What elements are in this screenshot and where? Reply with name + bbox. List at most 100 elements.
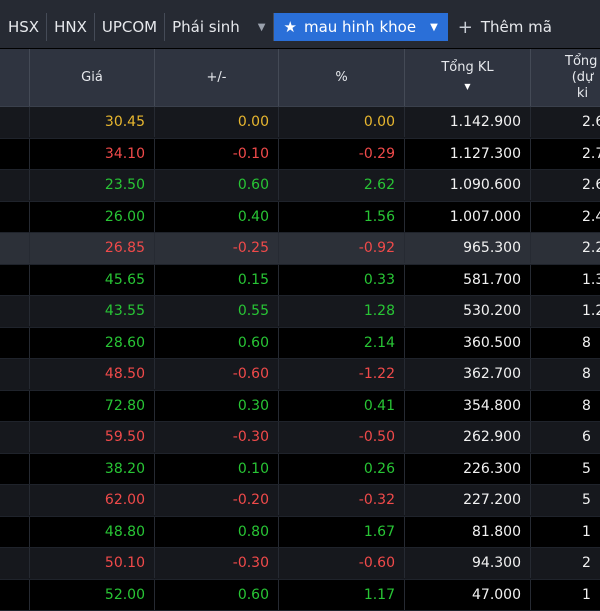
percent-cell-value: 2.62	[364, 177, 395, 193]
estimated-volume-cell-value: 2.6	[582, 177, 600, 193]
percent-cell: 1.28	[278, 296, 404, 326]
change-cell-value: 0.60	[238, 587, 269, 603]
percent-cell-value: 1.17	[364, 587, 395, 603]
add-symbol-button[interactable]: + Thêm mã	[448, 13, 552, 41]
percent-cell-value: -0.92	[359, 240, 395, 256]
table-row[interactable]: 26.85-0.25-0.92965.3002.2	[0, 233, 600, 265]
change-cell: 0.55	[154, 296, 278, 326]
table-row[interactable]: 28.600.602.14360.5008	[0, 328, 600, 360]
tab-upcom[interactable]: UPCOM	[95, 13, 165, 41]
plus-icon: +	[458, 17, 473, 38]
change-cell-value: -0.30	[233, 429, 269, 445]
symbol-cell	[0, 422, 29, 452]
table-row[interactable]: 52.000.601.1747.0001	[0, 580, 600, 611]
percent-cell: -0.50	[278, 422, 404, 452]
volume-cell: 362.700	[404, 359, 530, 389]
volume-cell: 227.200	[404, 485, 530, 515]
symbol-cell	[0, 170, 29, 200]
change-cell: -0.20	[154, 485, 278, 515]
header-total-volume[interactable]: Tổng KL ▼	[404, 49, 530, 106]
volume-cell-value: 362.700	[463, 366, 521, 382]
change-cell: -0.30	[154, 548, 278, 578]
header-label: Tổng KL	[441, 60, 493, 76]
estimated-volume-cell-value: 8	[582, 398, 591, 414]
tab-hsx[interactable]: HSX	[0, 13, 47, 41]
change-cell: 0.15	[154, 265, 278, 295]
sort-desc-icon[interactable]: ▼	[464, 79, 470, 95]
percent-cell-value: -0.50	[359, 429, 395, 445]
symbol-cell	[0, 107, 29, 137]
table-row[interactable]: 62.00-0.20 -0.32 227.2005	[0, 485, 600, 517]
estimated-volume-cell-value: 2	[582, 555, 591, 571]
volume-cell-value: 94.300	[472, 555, 521, 571]
table-row[interactable]: 48.800.801.6781.8001	[0, 517, 600, 549]
table-row[interactable]: 43.550.551.28530.2001.2	[0, 296, 600, 328]
price-cell: 28.60	[29, 328, 154, 358]
header-change[interactable]: +/-	[154, 49, 278, 106]
add-symbol-label: Thêm mã	[481, 18, 552, 36]
estimated-volume-cell: 2.7	[530, 139, 600, 169]
volume-cell-value: 1.007.000	[450, 209, 521, 225]
table-row[interactable]: 38.200.100.26226.3005	[0, 454, 600, 486]
estimated-volume-cell: 5	[530, 485, 600, 515]
table-header: Giá +/- % Tổng KL ▼ Tổng (dự ki	[0, 49, 600, 107]
price-cell: 48.80	[29, 517, 154, 547]
estimated-volume-cell-value: 2.4	[582, 209, 600, 225]
tab-label: Phái sinh	[172, 18, 240, 36]
estimated-volume-cell: 1.3	[530, 265, 600, 295]
volume-cell: 530.200	[404, 296, 530, 326]
table-row[interactable]: 30.450.000.001.142.9002.6	[0, 107, 600, 139]
price-cell-value: 45.65	[105, 272, 145, 288]
percent-cell-value: 2.14	[364, 335, 395, 351]
header-price[interactable]: Giá	[29, 49, 154, 106]
change-cell-value: 0.40	[238, 209, 269, 225]
symbol-cell	[0, 328, 29, 358]
change-cell: 0.00	[154, 107, 278, 137]
change-cell-value: 0.15	[238, 272, 269, 288]
symbol-cell	[0, 202, 29, 232]
change-cell-value: 0.30	[238, 398, 269, 414]
tab-watchlist-active[interactable]: ★ mau hinh khoe ▼	[274, 13, 448, 41]
table-row[interactable]: 26.00 0.40 1.56 1.007.000 2.4	[0, 202, 600, 234]
table-row[interactable]: 23.500.602.621.090.6002.6	[0, 170, 600, 202]
change-cell-value: -0.10	[233, 146, 269, 162]
table-row[interactable]: 45.650.150.33581.7001.3	[0, 265, 600, 297]
chevron-down-icon[interactable]: ▼	[258, 22, 266, 33]
price-cell-value: 59.50	[105, 429, 145, 445]
price-cell-value: 52.00	[105, 587, 145, 603]
header-estimated-volume[interactable]: Tổng (dự ki	[530, 49, 600, 106]
tab-phai-sinh[interactable]: Phái sinh ▼	[165, 13, 273, 41]
header-percent[interactable]: %	[278, 49, 404, 106]
tab-hnx[interactable]: HNX	[47, 13, 95, 41]
table-row[interactable]: 48.50-0.60-1.22362.7008	[0, 359, 600, 391]
volume-cell-value: 1.090.600	[450, 177, 521, 193]
percent-cell-value: 1.56	[364, 209, 395, 225]
percent-cell-value: -0.32	[359, 492, 395, 508]
symbol-cell	[0, 296, 29, 326]
change-cell: -0.25	[154, 233, 278, 263]
price-cell: 26.00	[29, 202, 154, 232]
table-row[interactable]: 72.800.300.41354.8008	[0, 391, 600, 423]
table-row[interactable]: 59.50-0.30-0.50262.9006	[0, 422, 600, 454]
table-row[interactable]: 50.10-0.30-0.6094.3002	[0, 548, 600, 580]
header-symbol[interactable]	[0, 49, 29, 106]
change-cell: 0.40	[154, 202, 278, 232]
price-cell-value: 34.10	[105, 146, 145, 162]
price-cell: 52.00	[29, 580, 154, 610]
estimated-volume-cell-value: 2.7	[582, 146, 600, 162]
price-cell: 34.10	[29, 139, 154, 169]
price-cell: 62.00	[29, 485, 154, 515]
volume-cell-value: 354.800	[463, 398, 521, 414]
symbol-cell	[0, 548, 29, 578]
chevron-down-icon[interactable]: ▼	[430, 22, 438, 33]
header-label: Tổng	[565, 54, 597, 70]
percent-cell: 0.00	[278, 107, 404, 137]
volume-cell: 360.500	[404, 328, 530, 358]
percent-cell-value: -0.29	[359, 146, 395, 162]
volume-cell: 1.007.000	[404, 202, 530, 232]
percent-cell: -0.32	[278, 485, 404, 515]
symbol-cell	[0, 485, 29, 515]
estimated-volume-cell-value: 8	[582, 335, 591, 351]
table-row[interactable]: 34.10-0.10-0.291.127.3002.7	[0, 139, 600, 171]
estimated-volume-cell-value: 5	[582, 461, 591, 477]
